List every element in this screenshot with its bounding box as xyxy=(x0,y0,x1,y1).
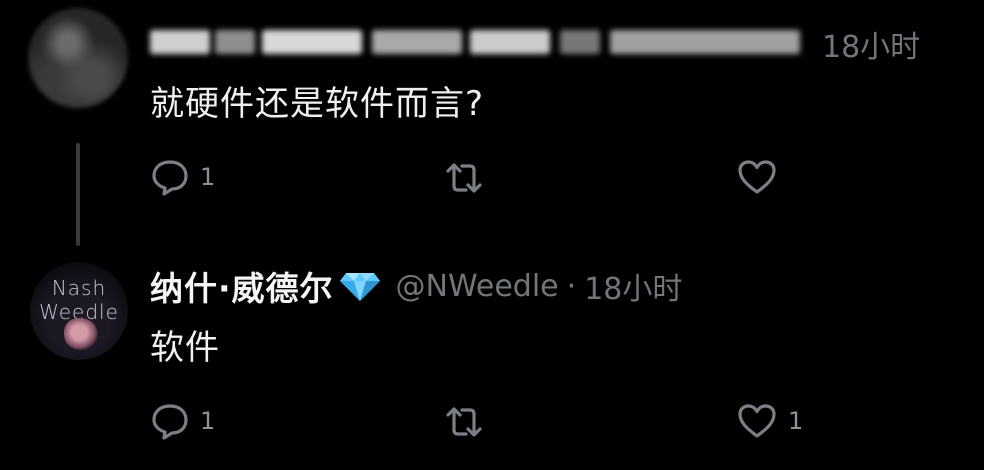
tweet-text: 就硬件还是软件而言? xyxy=(150,84,485,124)
tweet-parent: 18小时 就硬件还是软件而言? 1 xyxy=(0,0,984,246)
retweet-button[interactable] xyxy=(442,404,486,440)
retweet-icon xyxy=(442,404,486,440)
heart-icon xyxy=(736,402,778,440)
avatar-hand-image xyxy=(64,318,98,350)
like-count: 1 xyxy=(788,407,804,435)
reply-bubble-icon xyxy=(150,158,190,196)
avatar-text: Nash xyxy=(51,276,107,300)
blur-segment xyxy=(262,30,362,54)
avatar-blurred[interactable] xyxy=(28,8,128,108)
thread-connector-line xyxy=(76,143,80,246)
author-row: 纳什·威德尔 @NWeedle · 18小时 xyxy=(150,262,682,310)
like-button[interactable]: 1 xyxy=(736,402,803,440)
reply-count: 1 xyxy=(200,163,216,191)
timestamp[interactable]: 18小时 xyxy=(584,264,682,308)
user-handle[interactable]: @NWeedle xyxy=(396,269,559,304)
reply-bubble-icon xyxy=(150,402,190,440)
avatar[interactable]: Nash Weedle xyxy=(30,262,128,360)
timestamp[interactable]: 18小时 xyxy=(822,22,920,66)
blur-segment xyxy=(610,30,800,54)
tweet-text: 软件 xyxy=(150,328,220,368)
reply-button[interactable]: 1 xyxy=(150,402,215,440)
blur-segment xyxy=(215,30,255,54)
reply-count: 1 xyxy=(200,407,216,435)
separator-dot: · xyxy=(566,268,577,304)
reply-button[interactable]: 1 xyxy=(150,158,215,196)
diamond-icon xyxy=(338,269,382,303)
blur-segment xyxy=(560,30,600,54)
heart-icon xyxy=(736,158,778,196)
retweet-icon xyxy=(442,160,486,196)
blur-segment xyxy=(470,30,550,54)
retweet-button[interactable] xyxy=(442,160,486,196)
blur-segment xyxy=(372,30,462,54)
like-button[interactable] xyxy=(736,158,778,196)
blur-segment xyxy=(150,30,210,54)
display-name[interactable]: 纳什·威德尔 xyxy=(150,262,334,310)
